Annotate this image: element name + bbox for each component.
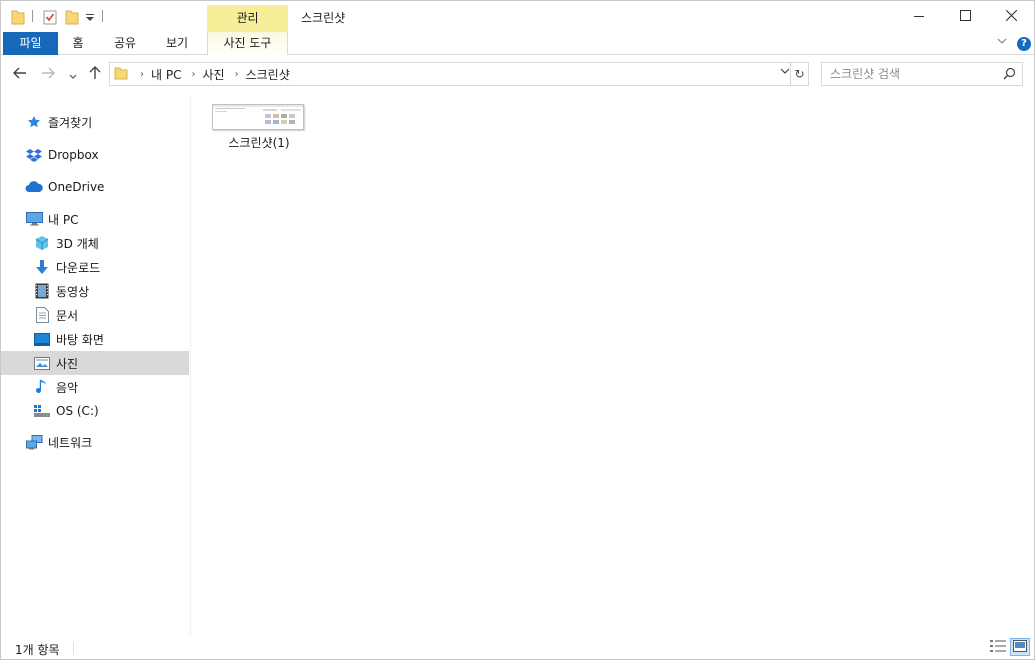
nav-label: 문서 (56, 308, 79, 323)
maximize-button[interactable] (942, 1, 988, 32)
tab-file[interactable]: 파일 (3, 32, 58, 55)
desktop-icon (33, 330, 51, 348)
nav-label: 즐겨찾기 (48, 115, 93, 130)
status-bar: 1개 항목 (1, 636, 1034, 659)
breadcrumb-pictures[interactable]: 사진 (202, 66, 224, 83)
nav-label: 음악 (56, 380, 79, 395)
breadcrumb-this-pc[interactable]: 내 PC (151, 66, 181, 83)
new-folder-icon[interactable] (65, 7, 79, 27)
cube-icon (33, 234, 51, 252)
nav-pictures[interactable]: 사진 (1, 351, 189, 375)
tab-view[interactable]: 보기 (159, 32, 195, 55)
tab-share[interactable]: 공유 (107, 32, 143, 55)
tab-home[interactable]: 홈 (63, 32, 93, 55)
nav-this-pc[interactable]: 내 PC (1, 207, 189, 231)
nav-3d-objects[interactable]: 3D 개체 (1, 231, 189, 255)
back-arrow-icon[interactable] (13, 66, 27, 84)
search-box[interactable] (821, 62, 1023, 86)
minimize-icon (914, 10, 924, 24)
folder-icon (11, 7, 25, 27)
nav-quick-access[interactable]: 즐겨찾기 (1, 110, 189, 134)
network-icon (25, 433, 43, 451)
address-bar[interactable]: › 내 PC › 사진 › 스크린샷 ↻ (109, 62, 809, 86)
manage-context-tab[interactable]: 관리 (207, 5, 288, 32)
forward-arrow-icon[interactable] (41, 66, 55, 84)
search-icon[interactable] (1003, 67, 1016, 83)
file-thumbnail (212, 104, 304, 130)
drive-icon (33, 402, 51, 420)
download-arrow-icon (33, 258, 51, 276)
nav-network[interactable]: 네트워크 (1, 430, 189, 454)
music-note-icon (33, 378, 51, 396)
expand-ribbon-chevron-icon[interactable] (997, 37, 1007, 48)
picture-icon (33, 354, 51, 372)
item-count: 1개 항목 (15, 643, 60, 657)
monitor-icon (25, 210, 43, 228)
customize-quick-access-icon[interactable] (85, 7, 95, 27)
nav-documents[interactable]: 문서 (1, 303, 189, 327)
chevron-right-icon: › (191, 68, 196, 80)
nav-label: 바탕 화면 (56, 332, 104, 347)
nav-onedrive[interactable]: OneDrive (1, 175, 189, 199)
close-icon (1005, 9, 1017, 24)
nav-label: 내 PC (48, 212, 79, 227)
title-bar: 관리 스크린샷 (1, 1, 1034, 32)
window-title: 스크린샷 (301, 11, 346, 25)
navigation-pane: 즐겨찾기 Dropbox OneDrive 내 PC 3D 개체 다운로드 동영… (1, 96, 191, 636)
nav-dropbox[interactable]: Dropbox (1, 143, 189, 167)
nav-label: 다운로드 (56, 260, 101, 275)
nav-downloads[interactable]: 다운로드 (1, 255, 189, 279)
nav-label: 3D 개체 (56, 236, 99, 251)
file-item[interactable]: 스크린샷(1) (212, 104, 306, 151)
quick-access-separator (102, 10, 103, 22)
nav-label: OneDrive (48, 180, 105, 194)
file-name: 스크린샷(1) (228, 136, 290, 150)
nav-music[interactable]: 음악 (1, 375, 189, 399)
cloud-icon (25, 178, 43, 196)
quick-access-separator (32, 10, 33, 22)
file-explorer-window: 관리 스크린샷 파일 홈 공유 보기 사진 도구 ? › 내 PC › 사진 ›… (0, 0, 1035, 660)
breadcrumb: › 내 PC › 사진 › 스크린샷 (136, 66, 290, 83)
nav-videos[interactable]: 동영상 (1, 279, 189, 303)
large-icons-view-button[interactable] (1010, 638, 1030, 656)
nav-desktop[interactable]: 바탕 화면 (1, 327, 189, 351)
star-icon (25, 113, 43, 131)
nav-os-drive[interactable]: OS (C:) (1, 399, 189, 423)
tab-picture-tools[interactable]: 사진 도구 (207, 32, 288, 55)
help-icon[interactable]: ? (1017, 37, 1031, 51)
recent-locations-chevron-icon[interactable] (69, 68, 77, 84)
properties-icon[interactable] (43, 7, 57, 27)
nav-label: 동영상 (56, 284, 90, 299)
nav-label: 사진 (56, 356, 79, 371)
dropbox-icon (25, 146, 43, 164)
film-icon (33, 282, 51, 300)
chevron-right-icon: › (140, 68, 144, 80)
status-separator (73, 642, 74, 655)
details-view-icon (990, 639, 1006, 655)
document-icon (33, 306, 51, 324)
nav-label: 네트워크 (48, 435, 93, 450)
large-icons-view-icon (1013, 639, 1027, 655)
up-arrow-icon[interactable] (88, 66, 102, 84)
nav-label: OS (C:) (56, 404, 99, 418)
address-history-chevron-icon[interactable] (780, 67, 790, 78)
nav-label: Dropbox (48, 148, 99, 162)
minimize-button[interactable] (896, 1, 942, 32)
ribbon-tabs: 파일 홈 공유 보기 사진 도구 (1, 32, 1034, 55)
refresh-icon[interactable]: ↻ (790, 63, 808, 85)
breadcrumb-screenshots[interactable]: 스크린샷 (246, 66, 290, 83)
maximize-icon (959, 9, 971, 24)
close-button[interactable] (988, 1, 1034, 32)
details-view-button[interactable] (988, 638, 1008, 656)
file-list-area[interactable]: 스크린샷(1) (192, 96, 1034, 636)
search-input[interactable] (830, 66, 1000, 82)
chevron-right-icon: › (234, 68, 239, 80)
folder-icon (114, 66, 128, 83)
